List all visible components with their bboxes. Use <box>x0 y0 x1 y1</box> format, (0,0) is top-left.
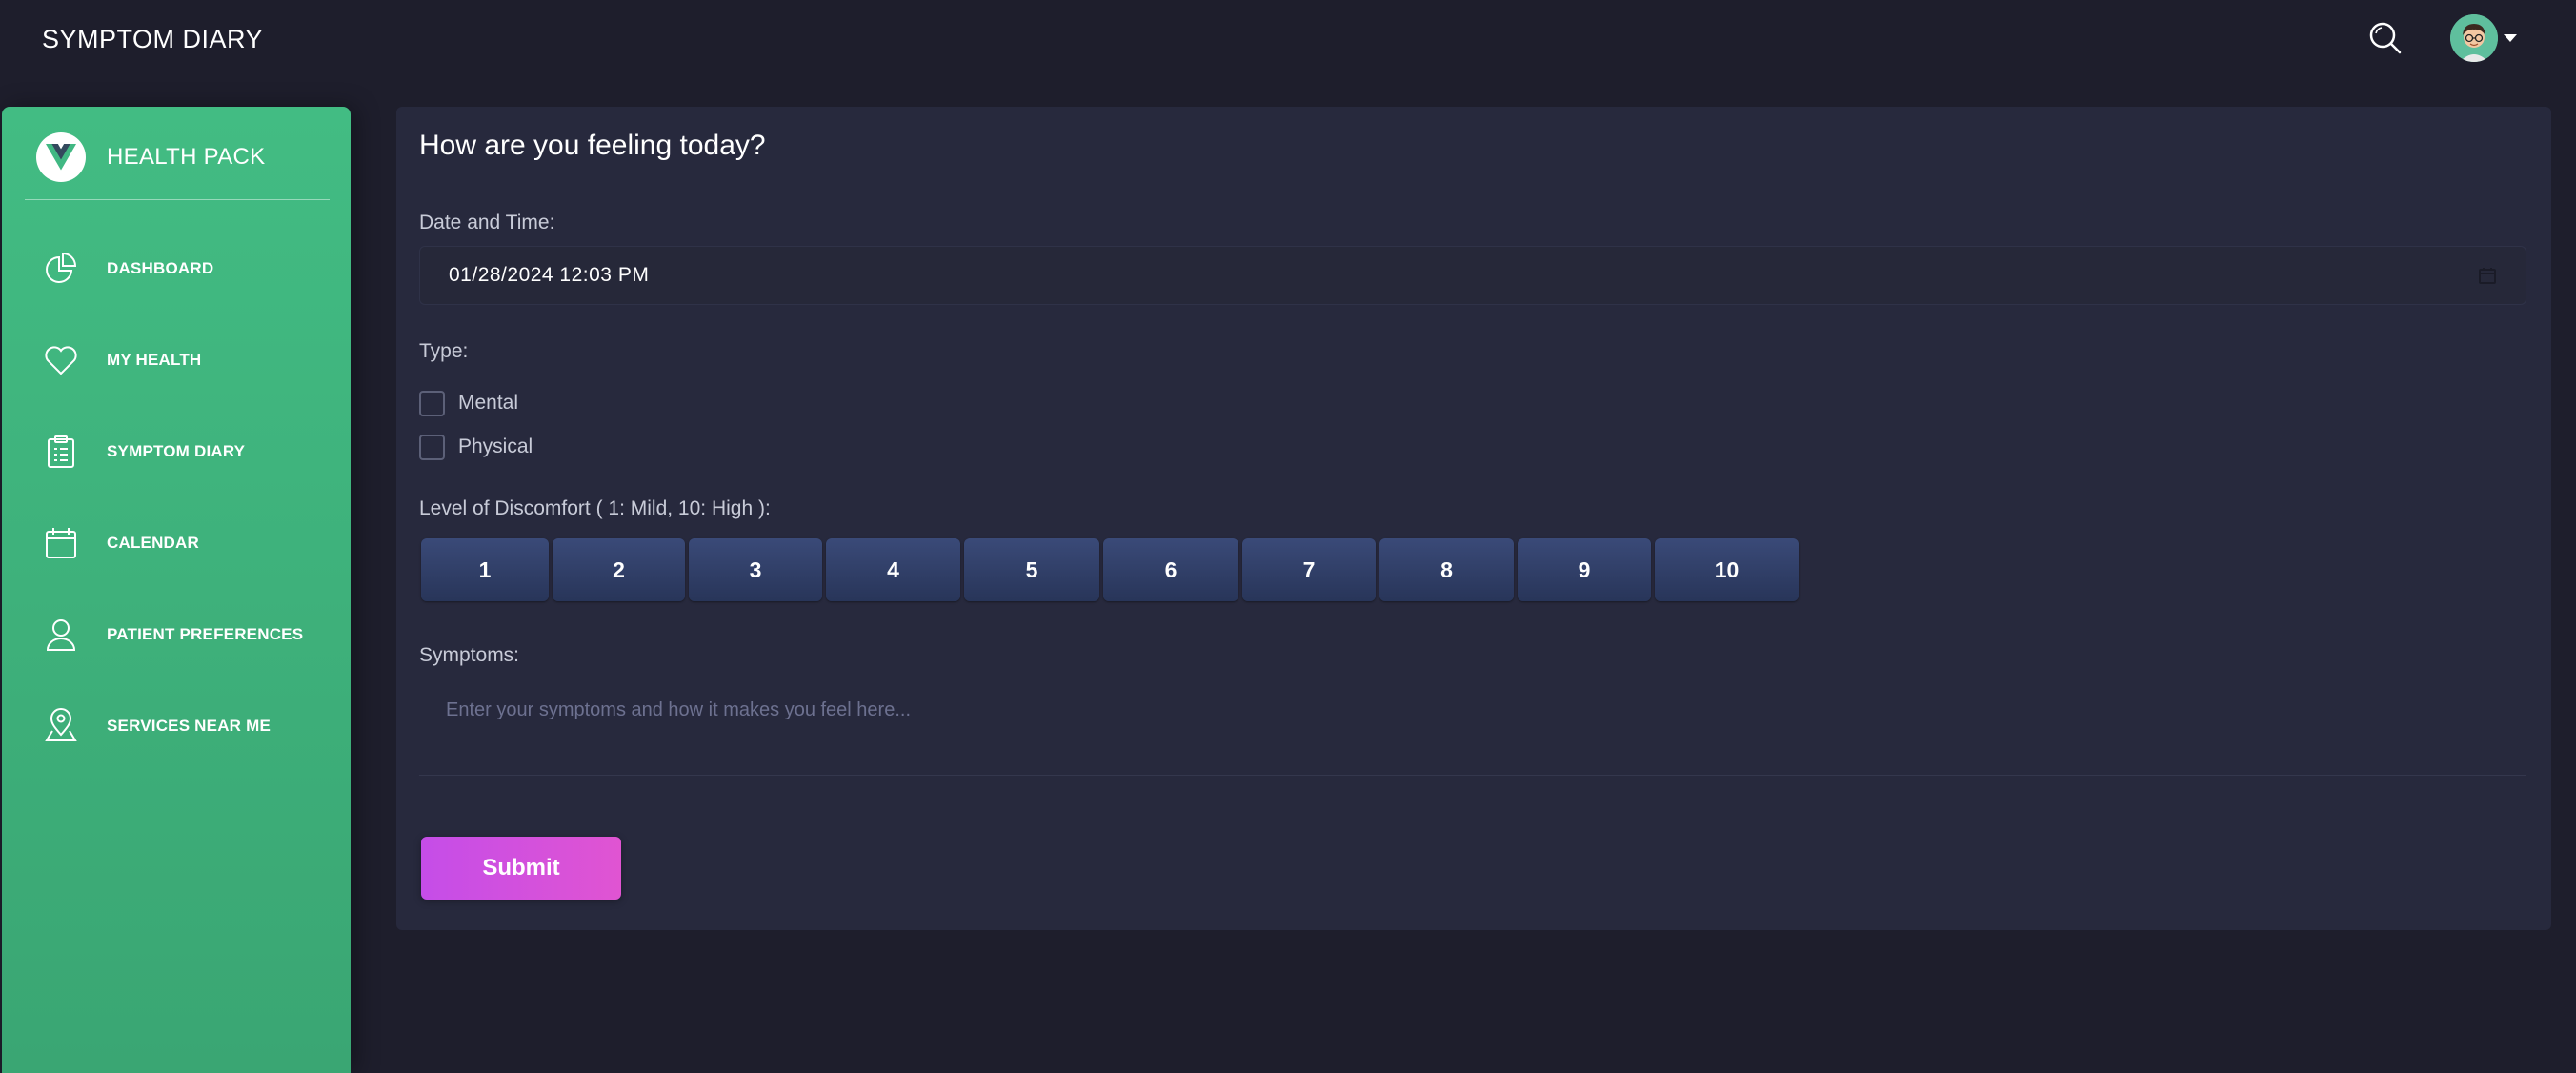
clipboard-icon <box>42 433 80 471</box>
level-button-1[interactable]: 1 <box>421 538 549 601</box>
symptoms-label: Symptoms: <box>419 644 520 666</box>
symptoms-textarea[interactable]: Enter your symptoms and how it makes you… <box>419 669 2526 776</box>
pie-chart-icon <box>42 250 80 288</box>
level-button-2[interactable]: 2 <box>553 538 685 601</box>
level-button-8[interactable]: 8 <box>1379 538 1514 601</box>
heart-icon <box>42 341 80 379</box>
level-button-7[interactable]: 7 <box>1242 538 1376 601</box>
divider <box>25 199 330 200</box>
user-icon <box>42 616 80 654</box>
sidebar: HEALTH PACK DASHBOARD MY HEALTH SYMPTOM … <box>2 107 351 1073</box>
sidebar-item-label: MY HEALTH <box>107 351 202 369</box>
calendar-icon <box>42 524 80 562</box>
level-button-4[interactable]: 4 <box>826 538 960 601</box>
discomfort-level-selector: 1 2 3 4 5 6 7 8 9 10 <box>421 538 1802 603</box>
sidebar-item-calendar[interactable]: CALENDAR <box>42 519 337 567</box>
discomfort-label: Level of Discomfort ( 1: Mild, 10: High … <box>419 497 771 519</box>
chevron-down-icon <box>2504 34 2517 42</box>
sidebar-item-label: CALENDAR <box>107 534 199 552</box>
checkbox-label: Physical <box>458 435 533 457</box>
search-icon[interactable] <box>2365 17 2406 59</box>
checkbox-label: Mental <box>458 392 519 414</box>
level-button-6[interactable]: 6 <box>1103 538 1238 601</box>
sidebar-item-label: SERVICES NEAR ME <box>107 717 271 735</box>
type-label: Type: <box>419 340 469 362</box>
brand[interactable]: HEALTH PACK <box>36 132 265 183</box>
datetime-input[interactable]: 01/28/2024 12:03 PM <box>419 246 2526 305</box>
sidebar-item-symptom-diary[interactable]: SYMPTOM DIARY <box>42 428 337 476</box>
submit-button[interactable]: Submit <box>421 837 621 900</box>
location-pin-icon <box>42 707 80 745</box>
sidebar-item-label: DASHBOARD <box>107 259 214 277</box>
calendar-picker-icon[interactable] <box>2478 266 2497 285</box>
type-option-mental[interactable]: Mental <box>419 389 518 417</box>
brand-name: HEALTH PACK <box>107 144 266 170</box>
page-title: SYMPTOM DIARY <box>42 25 264 53</box>
datetime-label: Date and Time: <box>419 212 555 233</box>
sidebar-item-dashboard[interactable]: DASHBOARD <box>42 245 337 293</box>
sidebar-item-patient-preferences[interactable]: PATIENT PREFERENCES <box>42 611 337 658</box>
user-menu[interactable] <box>2450 13 2517 63</box>
sidebar-item-services-near-me[interactable]: SERVICES NEAR ME <box>42 702 337 750</box>
level-button-5[interactable]: 5 <box>964 538 1099 601</box>
sidebar-item-my-health[interactable]: MY HEALTH <box>42 336 337 384</box>
vue-logo-icon <box>36 132 86 182</box>
physical-checkbox[interactable] <box>419 434 445 460</box>
type-option-physical[interactable]: Physical <box>419 433 533 461</box>
datetime-value: 01/28/2024 12:03 PM <box>449 264 650 286</box>
symptom-form-card: How are you feeling today? Date and Time… <box>396 107 2551 930</box>
sidebar-item-label: SYMPTOM DIARY <box>107 442 246 460</box>
mental-checkbox[interactable] <box>419 390 445 416</box>
level-button-3[interactable]: 3 <box>689 538 822 601</box>
symptoms-placeholder: Enter your symptoms and how it makes you… <box>446 699 911 720</box>
level-button-9[interactable]: 9 <box>1518 538 1651 601</box>
level-button-10[interactable]: 10 <box>1655 538 1799 601</box>
form-title: How are you feeling today? <box>419 130 766 161</box>
sidebar-item-label: PATIENT PREFERENCES <box>107 625 304 643</box>
top-bar: SYMPTOM DIARY <box>0 0 2576 80</box>
avatar <box>2450 14 2498 62</box>
